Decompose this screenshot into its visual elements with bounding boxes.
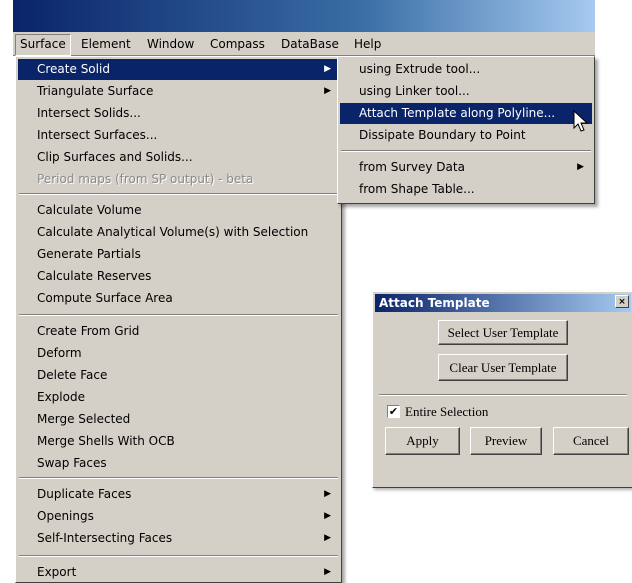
menu-separator [341, 150, 591, 152]
menu-item-label: from Survey Data [359, 160, 465, 174]
menu-item-label: Self-Intersecting Faces [37, 531, 173, 545]
menu-item-intersect-solids[interactable]: Intersect Solids... [18, 103, 339, 124]
close-icon[interactable]: × [615, 295, 629, 308]
menu-item-label: Explode [37, 390, 85, 404]
submenu-arrow-icon: ▶ [324, 567, 331, 577]
preview-button[interactable]: Preview [470, 427, 542, 455]
menu-item-compute-surface-area[interactable]: Compute Surface Area [18, 288, 339, 309]
menu-item-explode[interactable]: Explode [18, 387, 339, 408]
apply-button[interactable]: Apply [385, 427, 460, 455]
dialog-title-bar: Attach Template × [375, 294, 631, 312]
menu-item-create-from-grid[interactable]: Create From Grid [18, 321, 339, 342]
menu-item-label: Intersect Surfaces... [37, 128, 158, 142]
dialog-divider [379, 394, 627, 396]
menu-item-label: Merge Shells With OCB [37, 434, 175, 448]
menu-item-label: from Shape Table... [359, 182, 475, 196]
menu-item-calculate-volume[interactable]: Calculate Volume [18, 200, 339, 221]
submenu-arrow-icon: ▶ [324, 86, 331, 96]
submenu-arrow-icon: ▶ [577, 162, 584, 172]
menu-compass[interactable]: Compass [206, 34, 269, 54]
menu-item-label: using Extrude tool... [359, 62, 481, 76]
menu-item-label: Create Solid [37, 62, 110, 76]
menu-item-clip-surfaces-and-solids[interactable]: Clip Surfaces and Solids... [18, 147, 339, 168]
menu-element[interactable]: Element [77, 34, 135, 54]
menu-item-label: Compute Surface Area [37, 291, 173, 305]
menu-item-from-survey-data[interactable]: from Survey Data ▶ [340, 157, 592, 178]
menu-item-label: Calculate Reserves [37, 269, 152, 283]
menu-item-intersect-surfaces[interactable]: Intersect Surfaces... [18, 125, 339, 146]
menu-item-label: Calculate Volume [37, 203, 142, 217]
menu-item-deform[interactable]: Deform [18, 343, 339, 364]
menu-item-label: Generate Partials [37, 247, 141, 261]
menu-item-label: Openings [37, 509, 94, 523]
menu-item-create-solid[interactable]: Create Solid ▶ [18, 59, 339, 80]
clear-user-template-button[interactable]: Clear User Template [438, 354, 568, 381]
create-solid-submenu: using Extrude tool... using Linker tool..… [337, 56, 595, 204]
menu-item-label: Calculate Analytical Volume(s) with Sele… [37, 225, 309, 239]
entire-selection-label: Entire Selection [405, 404, 489, 419]
menu-separator [19, 555, 338, 557]
menu-item-label: using Linker tool... [359, 84, 470, 98]
menu-help[interactable]: Help [350, 34, 385, 54]
menu-surface[interactable]: Surface [15, 34, 71, 56]
menu-item-label: Delete Face [37, 368, 108, 382]
menu-item-label: Triangulate Surface [37, 84, 154, 98]
menu-item-label: Merge Selected [37, 412, 131, 426]
menu-item-openings[interactable]: Openings ▶ [18, 506, 339, 527]
menu-item-label: Intersect Solids... [37, 106, 141, 120]
submenu-arrow-icon: ▶ [324, 489, 331, 499]
menu-item-label: Attach Template along Polyline... [359, 106, 556, 120]
menu-item-label: Export [37, 565, 77, 579]
menu-item-label: Duplicate Faces [37, 487, 132, 501]
menu-item-merge-shells-with-ocb[interactable]: Merge Shells With OCB [18, 431, 339, 452]
menu-item-merge-selected[interactable]: Merge Selected [18, 409, 339, 430]
menu-item-export[interactable]: Export ▶ [18, 562, 339, 583]
menu-database[interactable]: DataBase [277, 34, 343, 54]
menu-item-label: Dissipate Boundary to Point [359, 128, 526, 142]
menu-item-label: Period maps (from SP output) - beta [37, 172, 254, 186]
menu-item-delete-face[interactable]: Delete Face [18, 365, 339, 386]
entire-selection-checkbox[interactable]: ✔ [387, 405, 400, 418]
submenu-arrow-icon: ▶ [324, 64, 331, 74]
menu-item-generate-partials[interactable]: Generate Partials [18, 244, 339, 265]
menu-item-label: Deform [37, 346, 82, 360]
menu-item-label: Clip Surfaces and Solids... [37, 150, 193, 164]
menu-item-calculate-reserves[interactable]: Calculate Reserves [18, 266, 339, 287]
menu-item-from-shape-table[interactable]: from Shape Table... [340, 179, 592, 200]
menu-item-triangulate-surface[interactable]: Triangulate Surface ▶ [18, 81, 339, 102]
menu-bar: Surface Element Window Compass DataBase … [13, 32, 595, 56]
menu-item-using-extrude-tool[interactable]: using Extrude tool... [340, 59, 592, 80]
window-title-bar [13, 0, 595, 32]
dialog-title: Attach Template [379, 296, 490, 310]
menu-item-using-linker-tool[interactable]: using Linker tool... [340, 81, 592, 102]
menu-item-self-intersecting-faces[interactable]: Self-Intersecting Faces ▶ [18, 528, 339, 549]
menu-item-label: Swap Faces [37, 456, 107, 470]
select-user-template-button[interactable]: Select User Template [438, 320, 568, 345]
attach-template-dialog: Attach Template × Select User Template C… [372, 291, 632, 488]
menu-separator [19, 477, 338, 479]
menu-item-label: Create From Grid [37, 324, 140, 338]
submenu-arrow-icon: ▶ [324, 511, 331, 521]
menu-window[interactable]: Window [143, 34, 198, 54]
submenu-arrow-icon: ▶ [324, 533, 331, 543]
menu-item-period-maps-from-sp-output-beta: Period maps (from SP output) - beta [18, 169, 339, 190]
menu-item-calculate-analytical-volume-s-with-selection[interactable]: Calculate Analytical Volume(s) with Sele… [18, 222, 339, 243]
menu-item-swap-faces[interactable]: Swap Faces [18, 453, 339, 474]
cancel-button[interactable]: Cancel [553, 427, 629, 455]
menu-item-duplicate-faces[interactable]: Duplicate Faces ▶ [18, 484, 339, 505]
surface-menu: Create Solid ▶ Triangulate Surface ▶ Interse… [15, 56, 342, 583]
menu-item-attach-template-along-polyline[interactable]: Attach Template along Polyline... [340, 103, 592, 124]
arrow-pointer-icon [573, 110, 589, 132]
menu-item-dissipate-boundary-to-point[interactable]: Dissipate Boundary to Point [340, 125, 592, 146]
menu-separator [19, 193, 338, 195]
menu-separator [19, 314, 338, 316]
